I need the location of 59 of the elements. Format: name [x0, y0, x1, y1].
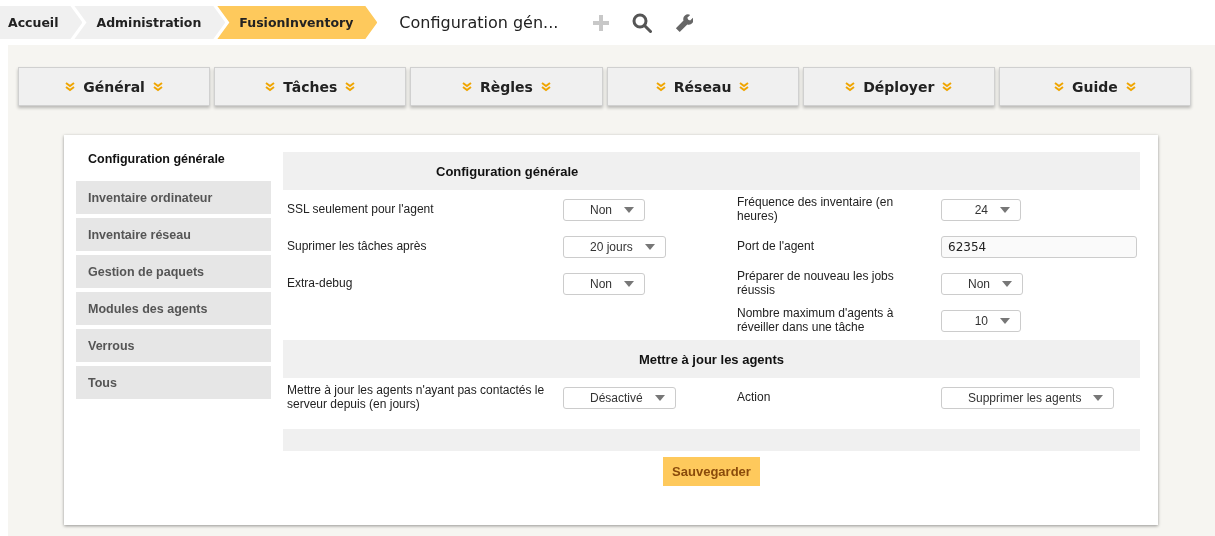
search-icon[interactable]	[632, 12, 653, 33]
page-title: Configuration gén...	[399, 13, 559, 32]
dropdown[interactable]: Non	[941, 272, 1023, 295]
chevron-icon	[265, 81, 276, 92]
sidebar-item[interactable]: Verrous	[76, 329, 271, 362]
sidebar-item[interactable]: Modules des agents	[76, 292, 271, 325]
chevron-icon	[461, 81, 472, 92]
field-label: Mettre à jour les agents n'ayant pas contactés le serveur depuis (en jours)	[286, 383, 546, 412]
chevron-icon	[540, 81, 551, 92]
dropdown[interactable]: 24	[941, 198, 1021, 221]
breadcrumb-item[interactable]: FusionInventory	[217, 6, 378, 39]
sidebar-item[interactable]: Tous	[76, 366, 271, 399]
menu-button[interactable]: Tâches	[214, 67, 407, 106]
sidebar-item[interactable]: Inventaire réseau	[76, 218, 271, 251]
chevron-icon	[942, 81, 953, 92]
dropdown[interactable]: Non	[563, 198, 645, 221]
field-label: Port de l'agent	[736, 239, 815, 254]
breadcrumb-item[interactable]: Administration	[74, 6, 226, 39]
wrench-icon[interactable]	[674, 13, 694, 32]
section-title: Configuration générale	[436, 163, 579, 179]
caret-icon	[644, 243, 655, 250]
chevron-icon	[845, 81, 856, 92]
sidebar-item[interactable]: Inventaire ordinateur	[76, 181, 271, 214]
dropdown[interactable]: 10	[941, 309, 1021, 332]
field-label: Suprimer les tâches après	[286, 239, 428, 254]
chevron-icon	[655, 81, 666, 92]
dropdown[interactable]: Supprimer les agents	[941, 386, 1115, 409]
menu-button[interactable]: Déployer	[802, 67, 995, 106]
chevron-icon	[345, 81, 356, 92]
sidebar-item[interactable]: Gestion de paquets	[76, 255, 271, 288]
chevron-icon	[152, 81, 163, 92]
caret-icon	[1093, 394, 1104, 401]
caret-icon	[1000, 317, 1010, 324]
field-label: Extra-debug	[286, 276, 354, 291]
dropdown[interactable]: Non	[563, 272, 645, 295]
field-label: Fréquence des inventaire (en heures)	[736, 195, 895, 224]
chevron-icon	[1054, 81, 1065, 92]
save-button[interactable]: Sauvegarder	[663, 457, 760, 486]
field-label: SSL seulement pour l'agent	[286, 202, 435, 217]
dropdown[interactable]: Désactivé	[563, 386, 676, 409]
dropdown[interactable]: 20 jours	[563, 235, 666, 258]
section-title: Mettre à jour les agents	[638, 351, 785, 367]
caret-icon	[654, 394, 665, 401]
menu-button[interactable]: Réseau	[606, 67, 799, 106]
caret-icon	[1000, 206, 1010, 213]
caret-icon	[624, 206, 634, 213]
caret-icon	[1002, 280, 1012, 287]
caret-icon	[624, 280, 634, 287]
input-field[interactable]: 62354	[941, 235, 1137, 258]
chevron-icon	[1125, 81, 1136, 92]
field-label: Action	[736, 390, 772, 405]
chevron-icon	[65, 81, 76, 92]
breadcrumb-item[interactable]: Accueil	[0, 6, 83, 39]
chevron-icon	[739, 81, 750, 92]
menu-button[interactable]: Général	[18, 67, 211, 106]
field-label: Nombre maximum d'agents à réveiller dans une tâche	[736, 306, 895, 335]
field-label: Préparer de nouveau les jobs réussis	[736, 269, 895, 298]
menu-button[interactable]: Règles	[410, 67, 603, 106]
menu-button[interactable]: Guide	[998, 67, 1192, 106]
